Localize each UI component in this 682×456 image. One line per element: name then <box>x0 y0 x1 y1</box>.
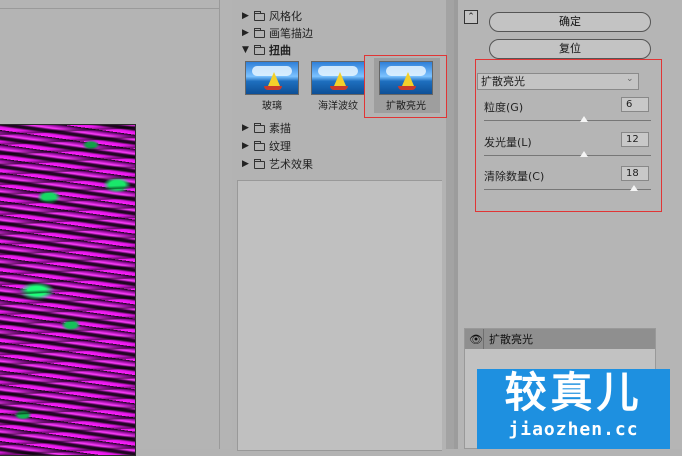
watermark-url: jiaozhen.cc <box>508 419 639 440</box>
folder-icon <box>254 10 265 21</box>
folder-icon <box>254 27 265 38</box>
expand-triangle-icon: ▶ <box>242 141 249 151</box>
folder-icon <box>254 122 265 133</box>
preview-divider-h <box>0 8 220 9</box>
watermark-title: 较真儿 <box>504 368 643 417</box>
category-sketch[interactable]: ▶ 素描 <box>242 121 291 136</box>
thumbnail-image <box>245 61 299 95</box>
category-distort[interactable]: ▼ 扭曲 <box>242 43 291 58</box>
expand-triangle-icon: ▶ <box>242 159 249 169</box>
expand-triangle-icon: ▶ <box>242 28 249 38</box>
preview-divider-v <box>219 0 220 449</box>
collapse-triangle-icon: ▼ <box>242 45 249 55</box>
filter-thumb-glass[interactable]: 玻璃 <box>242 61 302 112</box>
highlight-box-settings <box>475 59 662 212</box>
category-label: 风格化 <box>269 10 302 23</box>
category-texture[interactable]: ▶ 纹理 <box>242 139 291 154</box>
folder-icon <box>254 44 265 55</box>
category-artistic[interactable]: ▶ 艺术效果 <box>242 157 313 172</box>
folder-icon <box>254 158 265 169</box>
filter-thumb-ocean-ripple[interactable]: 海洋波纹 <box>308 61 368 112</box>
category-label: 扭曲 <box>269 44 291 57</box>
filtered-image-preview[interactable] <box>0 124 136 456</box>
panel-divider[interactable] <box>446 0 454 449</box>
highlight-box-thumbnail <box>364 55 447 118</box>
category-label: 纹理 <box>269 140 291 153</box>
folder-icon <box>254 140 265 151</box>
effect-layer-name: 扩散亮光 <box>489 333 533 346</box>
thumbnail-label: 玻璃 <box>262 101 282 112</box>
category-label: 素描 <box>269 122 291 135</box>
layer-row-separator <box>483 329 484 349</box>
filter-gallery-empty-area <box>237 180 442 451</box>
eye-icon[interactable]: 👁 <box>469 333 483 346</box>
expand-triangle-icon: ▶ <box>242 11 249 21</box>
category-brush-strokes[interactable]: ▶ 画笔描边 <box>242 26 313 41</box>
category-stylize[interactable]: ▶ 风格化 <box>242 9 302 24</box>
ok-button[interactable]: 确定 <box>489 12 651 32</box>
expand-triangle-icon: ▶ <box>242 123 249 133</box>
thumbnail-image <box>311 61 365 95</box>
category-label: 画笔描边 <box>269 27 313 40</box>
thumbnail-label: 海洋波纹 <box>318 101 358 112</box>
collapse-gallery-button[interactable]: ⌃ <box>464 10 478 24</box>
category-label: 艺术效果 <box>269 158 313 171</box>
reset-button[interactable]: 复位 <box>489 39 651 59</box>
